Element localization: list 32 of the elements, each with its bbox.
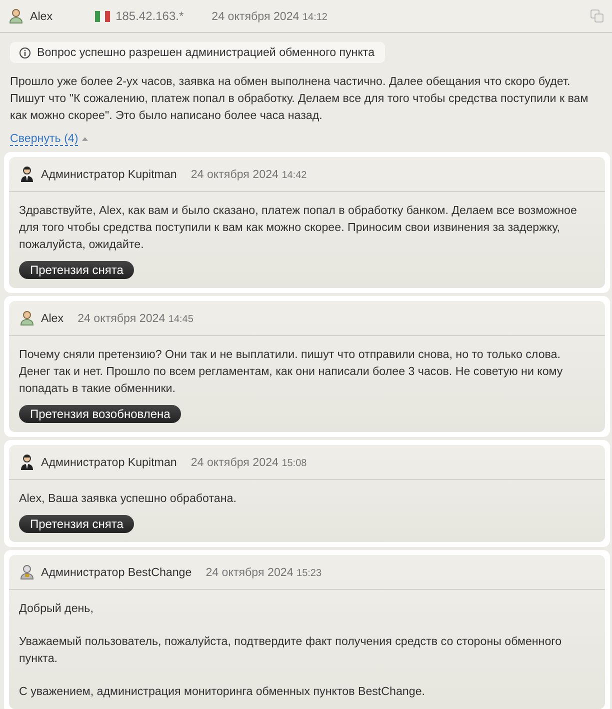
author-name[interactable]: Alex: [30, 10, 53, 22]
author-name[interactable]: Администратор BestChange: [41, 566, 192, 578]
author-name[interactable]: Администратор Kupitman: [41, 456, 177, 468]
author-name[interactable]: Alex: [41, 312, 64, 324]
reply-text: Уважаемый пользователь, пожалуйста, подтвердите факт получения средств со стороны обменного пункта.: [19, 634, 563, 667]
user-icon: [19, 310, 35, 326]
flag-icon: [94, 10, 110, 22]
reply-text: Добрый день,: [19, 601, 94, 617]
reply-text: С уважением, администрация мониторинга обменных пунктов BestChange.: [19, 684, 426, 700]
reply-date: 24 октября 2024 14:42: [190, 168, 307, 180]
author-name[interactable]: Администратор Kupitman: [41, 168, 177, 180]
status-badge: Претензия снята: [19, 261, 134, 279]
admin-icon: [19, 166, 35, 182]
copy-icon[interactable]: [590, 9, 604, 23]
user-icon: [8, 8, 24, 24]
post-date: 24 октября 2024 14:12: [212, 10, 328, 22]
reply-date: 24 октября 2024 14:45: [78, 312, 194, 324]
reply-text: Alex, Ваша заявка успешно обработана.: [19, 491, 238, 507]
post-text: Прошло уже более 2-ух часов, заявка на обмен выполнена частично. Далее обещания что скоро будет. Пишут что "К сожалению, платеж попал в обработку. Делаем все для того чтобы средства поступили к вам как можно скорее". Это было написано более часа назад.: [10, 74, 590, 124]
info-icon: [19, 46, 31, 58]
moderator-icon: [19, 564, 35, 580]
status-badge: Претензия снята: [19, 515, 134, 533]
notice-text: Вопрос успешно разрешен администрацией обменного пункта: [37, 46, 375, 59]
collapse-link[interactable]: Свернуть (4): [10, 132, 78, 146]
status-badge: Претензия возобновлена: [19, 405, 182, 423]
reply-date: 24 октября 2024 15:08: [190, 456, 307, 468]
reply-date: 24 октября 2024 15:23: [206, 566, 322, 578]
caret-icon: [82, 137, 88, 141]
admin-icon: [19, 454, 35, 470]
reply-text: Здравствуйте, Alex, как вам и было сказано, платеж попал в обработку банком. Делаем все возможное для того чтобы средства поступили к вам как можно скорее. Приносим свои извинения за задержку, пожалуйста, ожидайте.: [19, 203, 578, 253]
reply-text: Почему сняли претензию? Они так и не выплатили. пишут что отправили снова, но то только слова. Денег так и нет. Прошло по всем регламентам, как они написали более 3 часов. Не советую ни кому попадать в такие обменники.: [19, 347, 564, 397]
ip-address: 185.42.163.*: [116, 9, 184, 23]
